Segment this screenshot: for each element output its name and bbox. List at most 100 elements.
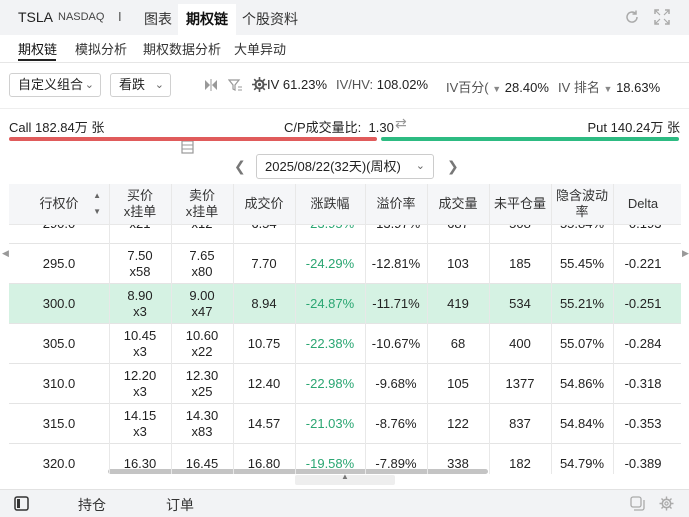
col-iv-label: 隐含波动率: [555, 188, 608, 219]
cell-oi: 182: [489, 444, 551, 474]
expiry-dropdown[interactable]: 2025/08/22(32天)(周权) ⌄: [256, 154, 434, 179]
combo-dropdown-value: 自定义组合: [18, 77, 84, 92]
cell-premium-value: -12.81%: [371, 256, 421, 271]
cell-last: 10.75: [233, 324, 295, 364]
subnav-option-chain[interactable]: 期权链: [18, 39, 57, 58]
expand-icon[interactable]: [654, 9, 670, 25]
column-divider: [171, 184, 172, 474]
tab-company-profile[interactable]: 个股资料: [242, 9, 298, 29]
cell-iv-value: 55.45%: [559, 256, 605, 271]
cell-premium-value: -10.67%: [371, 336, 421, 351]
col-ask[interactable]: 卖价 x挂单: [171, 184, 233, 224]
cell-ask_size-value: x83: [191, 424, 213, 439]
cell-oi-value: 1377: [505, 376, 535, 391]
cell-oi: 534: [489, 284, 551, 324]
bottom-bar: 持仓 订单: [0, 489, 689, 517]
sort-icon[interactable]: ▲ ▼: [93, 188, 101, 220]
subnav-simulation[interactable]: 模拟分析: [75, 39, 127, 58]
sidebar-toggle-icon[interactable]: [14, 496, 29, 511]
right-collapse-icon[interactable]: ▶: [682, 248, 689, 259]
col-change[interactable]: 涨跌幅: [295, 184, 365, 224]
call-volume-bar: [9, 137, 377, 141]
cell-iv: 55.07%: [551, 324, 613, 364]
iv-rank-dropdown[interactable]: IV 排名: [558, 80, 600, 95]
col-volume[interactable]: 成交量: [427, 184, 489, 224]
cell-last-value: 10.75: [247, 336, 281, 351]
cell-change: -24.87%: [295, 284, 365, 324]
swap-icon[interactable]: ⇄: [395, 115, 407, 132]
copy-icon[interactable]: [630, 496, 645, 511]
cell-delta-value: -0.251: [624, 296, 662, 311]
left-collapse-icon[interactable]: ◀: [2, 248, 9, 259]
cell-strike-value: 315.0: [42, 416, 76, 431]
chevron-down-icon: ⌄: [415, 160, 425, 172]
cell-change-value: -21.03%: [305, 416, 355, 431]
col-last[interactable]: 成交价: [233, 184, 295, 224]
cell-iv: 54.86%: [551, 364, 613, 404]
direction-dropdown[interactable]: 看跌 ⌄: [110, 73, 171, 97]
col-implied-volatility[interactable]: 隐含波动率: [551, 184, 613, 224]
gear-icon[interactable]: [659, 496, 674, 511]
cell-bid: 14.15 x3: [109, 404, 171, 444]
cell-delta-value: -0.221: [624, 256, 662, 271]
col-premium[interactable]: 溢价率: [365, 184, 427, 224]
column-divider: [427, 184, 428, 474]
cell-bid_size-value: x58: [129, 264, 151, 279]
col-open-interest-label: 未平仓量: [493, 196, 546, 211]
cell-change: -22.98%: [295, 364, 365, 404]
cell-bid_size-value: x3: [133, 344, 147, 359]
cell-iv: 55.45%: [551, 244, 613, 284]
call-put-ratio-section: Call 182.84万 张 C/P成交量比: 1.30 ⇄ Put 140.2…: [0, 108, 689, 150]
top-bar: TSLA NASDAQ I 图表 期权链 个股资料: [0, 0, 689, 35]
col-strike-label: 行权价: [39, 196, 79, 211]
cell-premium: -10.67%: [365, 324, 427, 364]
horizontal-scrollbar[interactable]: [108, 469, 488, 474]
cell-change: -24.29%: [295, 244, 365, 284]
positions-tab[interactable]: 持仓: [78, 495, 106, 515]
subnav-option-data-analysis[interactable]: 期权数据分析: [143, 39, 221, 58]
ivhv-label: IV/HV:: [336, 77, 374, 92]
cell-ask-value: 10.60: [185, 328, 219, 343]
cell-change-value: -24.87%: [305, 296, 355, 311]
col-strike[interactable]: 行权价 ▲ ▼: [9, 184, 109, 224]
title-separator: I: [118, 9, 122, 24]
refresh-icon[interactable]: [624, 9, 640, 25]
next-expiry-icon[interactable]: ❯: [447, 158, 459, 175]
cell-premium-value: -11.71%: [372, 296, 420, 311]
cell-bid-value: 12.20: [123, 368, 157, 383]
col-open-interest[interactable]: 未平仓量: [489, 184, 551, 224]
cell-change: -21.03%: [295, 404, 365, 444]
subnav-unusual-activity[interactable]: 大单异动: [234, 39, 286, 58]
filter-icon[interactable]: [228, 78, 242, 92]
col-delta[interactable]: Delta: [613, 184, 673, 224]
tab-chart[interactable]: 图表: [144, 9, 172, 29]
caret-up-icon: ▲: [341, 472, 349, 481]
cell-premium: -11.71%: [365, 284, 427, 324]
col-bid[interactable]: 买价 x挂单: [109, 184, 171, 224]
cell-volume-value: 105: [447, 376, 469, 391]
cell-bid-value: 10.45: [123, 328, 157, 343]
iv-value: 61.23%: [282, 77, 328, 92]
cell-delta: -0.353: [613, 404, 673, 444]
expiry-bar: ❮ 2025/08/22(32天)(周权) ⌄ ❯: [0, 150, 689, 184]
iv-percentile-dropdown[interactable]: IV百分(: [446, 80, 489, 95]
cell-delta-value: -0.318: [624, 376, 662, 391]
split-view-icon[interactable]: [204, 78, 218, 92]
cell-iv-value: 55.21%: [559, 296, 605, 311]
cell-strike: 310.0: [9, 364, 109, 404]
cell-premium: -8.76%: [365, 404, 427, 444]
cell-iv-value: 55.07%: [559, 336, 605, 351]
prev-expiry-icon[interactable]: ❮: [234, 158, 246, 175]
cell-bid: 10.45 x3: [109, 324, 171, 364]
settings-gear-icon[interactable]: [252, 77, 267, 92]
orders-tab[interactable]: 订单: [166, 495, 194, 515]
panel-resize-handle[interactable]: ▲: [295, 472, 395, 485]
cell-iv-value: 54.84%: [559, 416, 605, 431]
combo-dropdown[interactable]: 自定义组合 ⌄: [9, 73, 101, 97]
cell-delta: -0.284: [613, 324, 673, 364]
cell-ask_size-value: x25: [191, 384, 213, 399]
cell-iv: 54.84%: [551, 404, 613, 444]
tab-option-chain[interactable]: 期权链: [186, 9, 228, 29]
put-volume: Put 140.24万 张: [587, 120, 681, 135]
cell-premium: -12.81%: [365, 244, 427, 284]
